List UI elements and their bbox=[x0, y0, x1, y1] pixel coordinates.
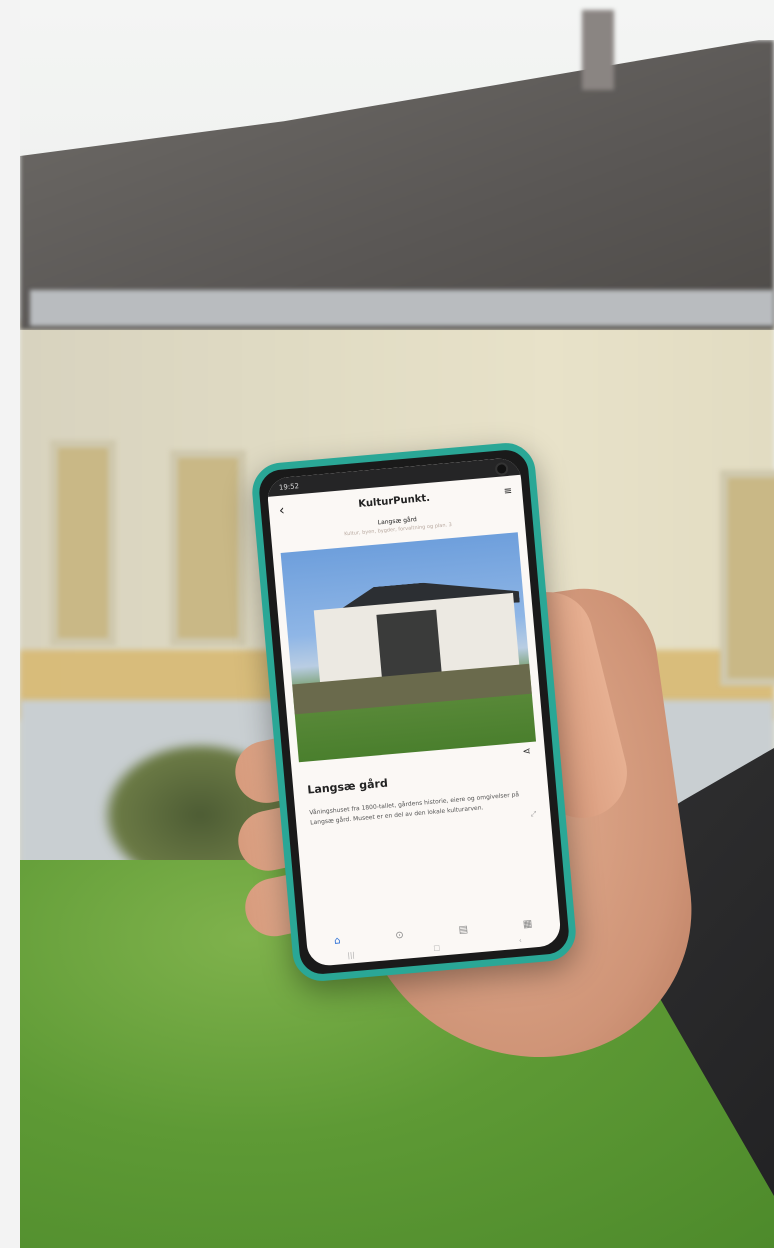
photo-scene: 19:52 ‹ KulturPunkt. ≡ Langsæ gård Kultu… bbox=[20, 0, 774, 1248]
home-button-icon[interactable]: □ bbox=[433, 944, 440, 953]
back-button-icon[interactable]: ‹ bbox=[519, 936, 522, 944]
list-icon[interactable]: ▤ bbox=[458, 924, 468, 936]
expand-icon[interactable]: ⤢ bbox=[530, 810, 536, 819]
house-window bbox=[50, 440, 116, 646]
home-icon[interactable]: ⌂ bbox=[334, 935, 341, 947]
card-body: Våningshuset fra 1800-tallet, gårdens hi… bbox=[309, 791, 520, 827]
map-pin-icon[interactable]: ⊙ bbox=[395, 930, 404, 942]
hamburger-menu-icon[interactable]: ≡ bbox=[503, 485, 512, 497]
house-window bbox=[170, 450, 246, 646]
app-brand: KulturPunkt. bbox=[357, 492, 431, 510]
chevron-left-icon[interactable]: ‹ bbox=[278, 503, 285, 519]
phone-screen: 19:52 ‹ KulturPunkt. ≡ Langsæ gård Kultu… bbox=[266, 456, 562, 968]
grid-icon[interactable]: ▦ bbox=[522, 919, 532, 931]
house-window bbox=[720, 470, 774, 686]
camera-icon bbox=[494, 461, 509, 476]
hero-image bbox=[280, 532, 537, 763]
recents-icon[interactable]: ||| bbox=[347, 951, 355, 960]
chimney bbox=[582, 10, 614, 90]
roof-eave bbox=[30, 290, 774, 326]
share-icon[interactable]: ⋖ bbox=[522, 746, 531, 758]
smartphone: 19:52 ‹ KulturPunkt. ≡ Langsæ gård Kultu… bbox=[249, 440, 579, 984]
status-time: 19:52 bbox=[278, 482, 300, 492]
